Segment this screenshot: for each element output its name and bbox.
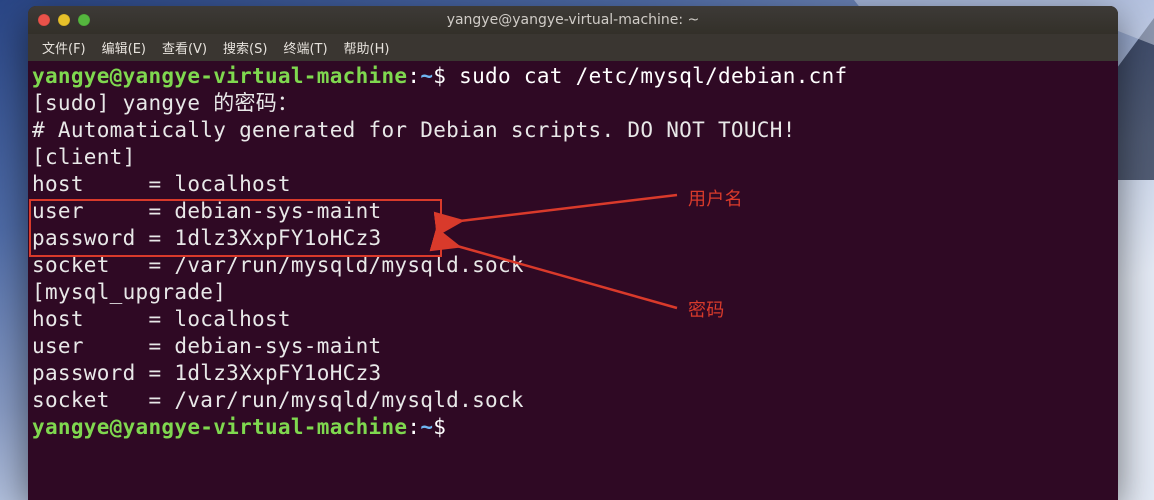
terminal-window: yangye@yangye-virtual-machine: ~ 文件(F) 编… bbox=[28, 6, 1118, 500]
prompt-separator-2: : bbox=[407, 415, 420, 439]
prompt-path: ~ bbox=[420, 64, 433, 88]
client-socket-line: socket = /var/run/mysqld/mysqld.sock bbox=[32, 252, 1112, 279]
client-user-line: user = debian-sys-maint bbox=[32, 198, 1112, 225]
minimize-icon[interactable] bbox=[58, 14, 70, 26]
menu-terminal[interactable]: 终端(T) bbox=[277, 35, 333, 60]
command: sudo cat /etc/mysql/debian.cnf bbox=[459, 64, 847, 88]
titlebar: yangye@yangye-virtual-machine: ~ bbox=[28, 6, 1118, 34]
prompt-user-host: yangye@yangye-virtual-machine bbox=[32, 64, 407, 88]
menu-file[interactable]: 文件(F) bbox=[36, 35, 92, 60]
maximize-icon[interactable] bbox=[78, 14, 90, 26]
menu-edit[interactable]: 编辑(E) bbox=[96, 35, 152, 60]
terminal-content[interactable]: yangye@yangye-virtual-machine:~$ sudo ca… bbox=[28, 61, 1118, 500]
prompt-symbol: $ bbox=[433, 64, 446, 88]
prompt-symbol-2: $ bbox=[433, 415, 446, 439]
client-host-line: host = localhost bbox=[32, 171, 1112, 198]
prompt-line-1: yangye@yangye-virtual-machine:~$ sudo ca… bbox=[32, 63, 1112, 90]
command-text bbox=[446, 64, 459, 88]
menubar: 文件(F) 编辑(E) 查看(V) 搜索(S) 终端(T) 帮助(H) bbox=[28, 34, 1118, 61]
comment-line: # Automatically generated for Debian scr… bbox=[32, 117, 1112, 144]
prompt-line-2: yangye@yangye-virtual-machine:~$ bbox=[32, 414, 1112, 441]
upgrade-socket-line: socket = /var/run/mysqld/mysqld.sock bbox=[32, 387, 1112, 414]
menu-search[interactable]: 搜索(S) bbox=[217, 35, 273, 60]
client-section-header: [client] bbox=[32, 144, 1112, 171]
upgrade-password-line: password = 1dlz3XxpFY1oHCz3 bbox=[32, 360, 1112, 387]
annotation-password-label: 密码 bbox=[688, 297, 725, 324]
prompt-separator: : bbox=[407, 64, 420, 88]
upgrade-section-header: [mysql_upgrade] bbox=[32, 279, 1112, 306]
menu-view[interactable]: 查看(V) bbox=[156, 35, 213, 60]
prompt-path-2: ~ bbox=[420, 415, 433, 439]
window-controls bbox=[38, 14, 90, 26]
prompt-user-host-2: yangye@yangye-virtual-machine bbox=[32, 415, 407, 439]
window-title: yangye@yangye-virtual-machine: ~ bbox=[28, 12, 1118, 28]
upgrade-host-line: host = localhost bbox=[32, 306, 1112, 333]
menu-help[interactable]: 帮助(H) bbox=[338, 35, 396, 60]
annotation-username-label: 用户名 bbox=[688, 186, 743, 213]
sudo-password-prompt: [sudo] yangye 的密码： bbox=[32, 90, 1112, 117]
close-icon[interactable] bbox=[38, 14, 50, 26]
client-password-line: password = 1dlz3XxpFY1oHCz3 bbox=[32, 225, 1112, 252]
upgrade-user-line: user = debian-sys-maint bbox=[32, 333, 1112, 360]
